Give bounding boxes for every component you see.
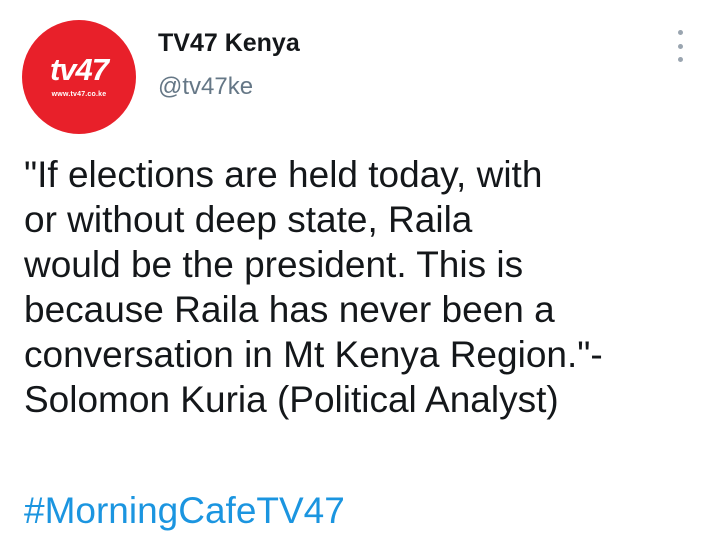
user-info: TV47 Kenya @tv47ke [158, 26, 300, 104]
avatar[interactable]: tv47 www.tv47.co.ke [22, 20, 136, 134]
dot [677, 43, 683, 49]
dot [677, 30, 683, 35]
hashtag-link[interactable]: #MorningCafeTV47 [24, 488, 345, 533]
tv47-logo: tv47 [49, 52, 109, 87]
dot [677, 57, 683, 62]
more-vertical-icon[interactable] [672, 30, 688, 62]
logo-url-text: www.tv47.co.ke [51, 91, 107, 98]
display-name[interactable]: TV47 Kenya [158, 26, 300, 60]
user-handle[interactable]: @tv47ke [158, 70, 300, 104]
tweet-card: tv47 www.tv47.co.ke TV47 Kenya @tv47ke "… [0, 0, 720, 558]
tweet-text: "If elections are held today, with or wi… [24, 154, 603, 420]
